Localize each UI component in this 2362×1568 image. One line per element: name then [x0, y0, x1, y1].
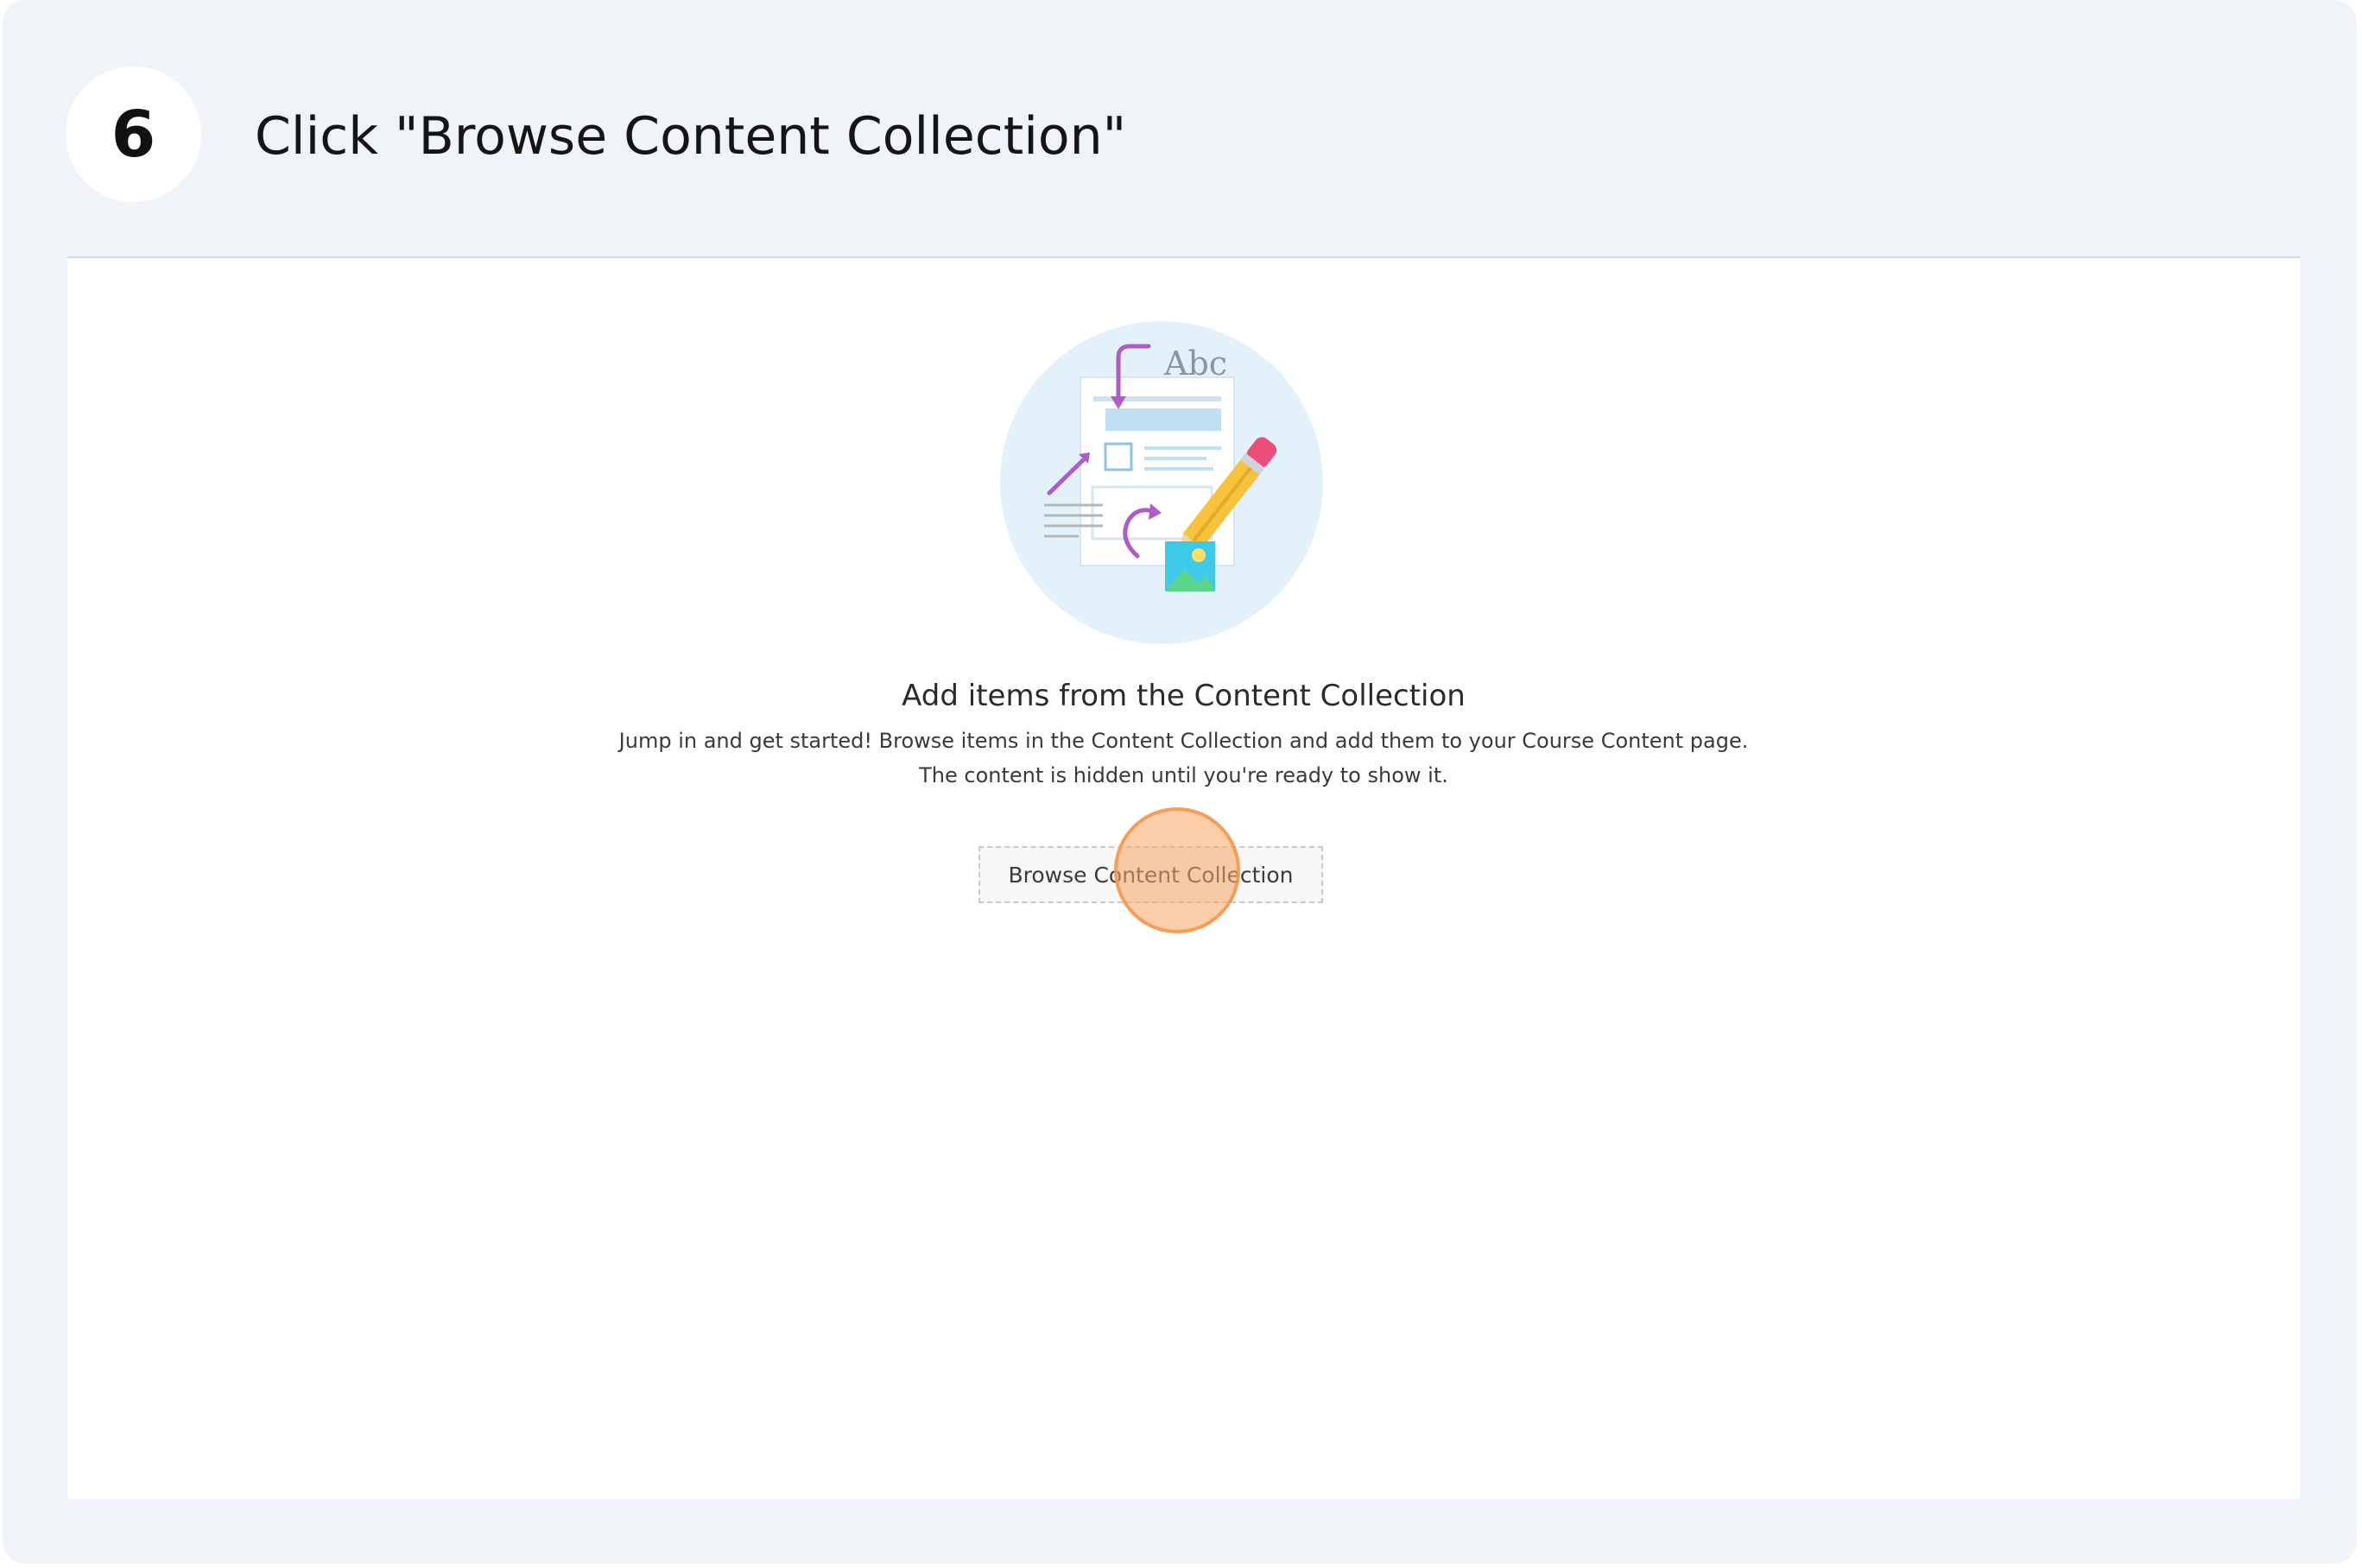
content-collection-illustration: Abc	[1000, 321, 1323, 644]
screenshot-panel: Abc Add items from the Content Collectio…	[67, 256, 2300, 1499]
step-title: Click "Browse Content Collection"	[255, 106, 1127, 167]
browse-content-collection-button[interactable]: Browse Content Collection	[978, 846, 1323, 903]
empty-state-heading: Add items from the Content Collection	[902, 679, 1466, 713]
empty-state-description-line2: The content is hidden until you're ready…	[919, 763, 1448, 787]
empty-state-description-line1: Jump in and get started! Browse items in…	[618, 729, 1749, 753]
step-number-badge: 6	[66, 66, 201, 202]
illustration-abc-text: Abc	[1163, 345, 1227, 383]
image-icon	[1165, 541, 1215, 591]
